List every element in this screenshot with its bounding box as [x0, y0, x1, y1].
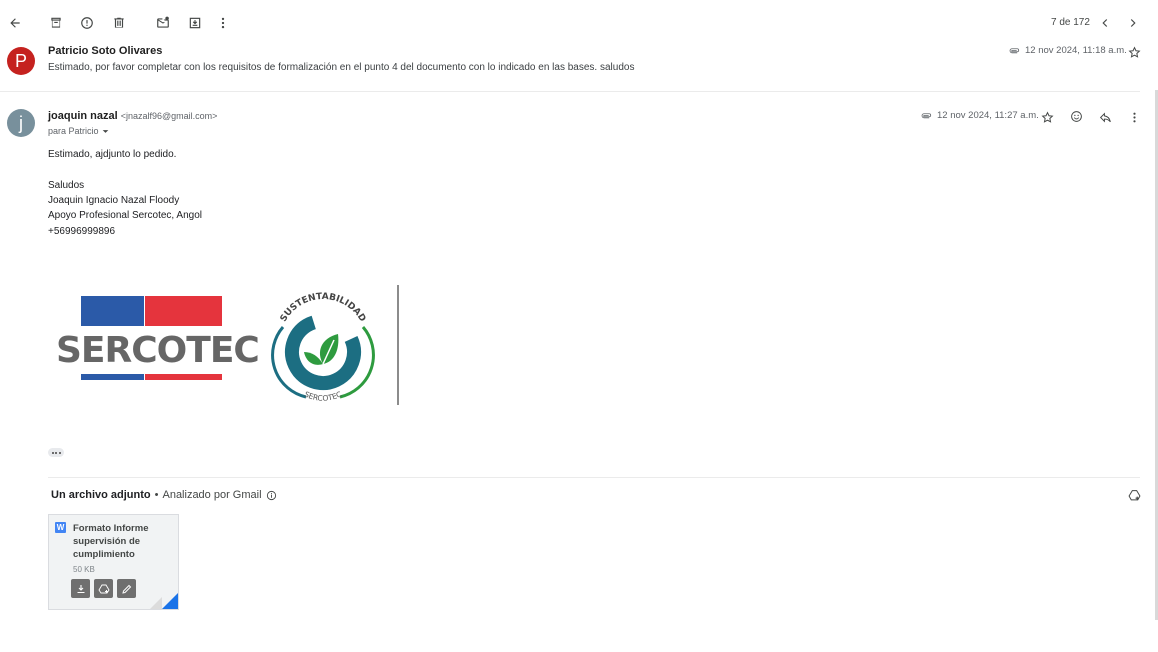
scan-label: Analizado por Gmail: [162, 489, 262, 501]
attachment-card[interactable]: W Formato Informe supervisión de cumplim…: [48, 514, 179, 610]
info-icon[interactable]: [266, 490, 277, 501]
svg-text:SUSTENTABILIDAD: SUSTENTABILIDAD: [279, 292, 367, 324]
logo-divider: [397, 285, 399, 405]
move-to-icon[interactable]: [186, 14, 204, 32]
toolbar: 7 de 172: [0, 0, 1158, 44]
expanded-message-header: j joaquin nazal <jnazalf96@gmail.com> pa…: [0, 104, 1158, 144]
newer-chevron-left-icon[interactable]: [1096, 14, 1114, 32]
attachment-clip-icon: [1009, 48, 1020, 54]
download-icon: [77, 584, 84, 593]
sercotec-logo-text: SERCOTEC: [56, 330, 260, 371]
attachment-clip-icon: [921, 113, 932, 119]
sender-line: joaquin nazal <jnazalf96@gmail.com>: [48, 110, 217, 122]
sender-email: <jnazalf96@gmail.com>: [120, 111, 218, 121]
pager-count: 7 de 172: [1051, 17, 1090, 28]
delete-icon[interactable]: [110, 14, 128, 32]
card-fold-decoration: [150, 597, 162, 609]
attachment-size: 50 KB: [73, 565, 95, 574]
recipient-label: para Patricio: [48, 126, 99, 136]
more-vert-icon[interactable]: [1126, 109, 1142, 125]
signature-phone: +56996999896: [48, 226, 116, 237]
star-icon[interactable]: [1039, 109, 1055, 125]
edit-button[interactable]: [117, 579, 136, 598]
older-chevron-right-icon[interactable]: [1124, 14, 1142, 32]
avatar: P: [7, 47, 35, 75]
signature-line: Joaquin Ignacio Nazal Floody: [48, 195, 180, 206]
emoji-reaction-icon[interactable]: [1068, 108, 1084, 124]
caret-down-icon: [102, 129, 108, 133]
sust-arc-text-bottom: SERCOTEC: [303, 390, 343, 403]
message-body-greeting: Estimado, ajdjunto lo pedido.: [48, 149, 177, 160]
attachments-title: Un archivo adjunto: [51, 489, 151, 501]
star-icon[interactable]: [1126, 44, 1142, 60]
attachment-filename: Formato Informe supervisión de cumplimie…: [73, 523, 149, 560]
report-spam-icon[interactable]: [78, 14, 96, 32]
attachments-divider: [48, 477, 1140, 478]
signature-line: Saludos: [48, 180, 85, 191]
reply-icon[interactable]: [1097, 109, 1113, 125]
pencil-icon: [121, 584, 131, 594]
back-arrow-icon[interactable]: [6, 14, 24, 32]
attachments-header: Un archivo adjunto • Analizado por Gmail: [51, 489, 277, 501]
save-to-drive-button[interactable]: [94, 579, 113, 598]
download-button[interactable]: [71, 579, 90, 598]
archive-icon[interactable]: [47, 14, 65, 32]
message-date: 12 nov 2024, 11:27 a.m.: [937, 110, 1039, 121]
sustentabilidad-logo: SUSTENTABILIDAD SERCOTEC: [266, 282, 380, 408]
file-type-corner: [162, 593, 178, 609]
message-meta: 12 nov 2024, 11:27 a.m.: [920, 109, 1039, 122]
message-date: 12 nov 2024, 11:18 a.m.: [1025, 45, 1127, 56]
show-trimmed-content-button[interactable]: [48, 448, 64, 457]
sender-name: Patricio Soto Olivares: [48, 45, 163, 57]
collapsed-message[interactable]: P Patricio Soto Olivares Estimado, por f…: [0, 44, 1158, 90]
recipient-dropdown[interactable]: para Patricio: [48, 126, 109, 136]
signature-line: Apoyo Profesional Sercotec, Angol: [48, 210, 202, 221]
sercotec-logo: SERCOTEC: [56, 296, 260, 392]
avatar: j: [7, 109, 35, 137]
sust-arc-text-top: SUSTENTABILIDAD: [279, 292, 367, 324]
sender-name: joaquin nazal: [48, 110, 118, 122]
mark-unread-icon[interactable]: [154, 14, 172, 32]
word-file-icon: W: [55, 522, 66, 533]
svg-text:SERCOTEC: SERCOTEC: [303, 390, 343, 403]
message-divider: [0, 91, 1140, 92]
message-snippet: Estimado, por favor completar con los re…: [48, 62, 635, 73]
drive-add-icon: [97, 584, 110, 593]
more-vert-icon[interactable]: [214, 14, 232, 32]
message-meta: 12 nov 2024, 11:18 a.m.: [1008, 44, 1127, 57]
add-to-drive-icon[interactable]: [1126, 487, 1142, 503]
separator-dot: •: [154, 489, 159, 501]
